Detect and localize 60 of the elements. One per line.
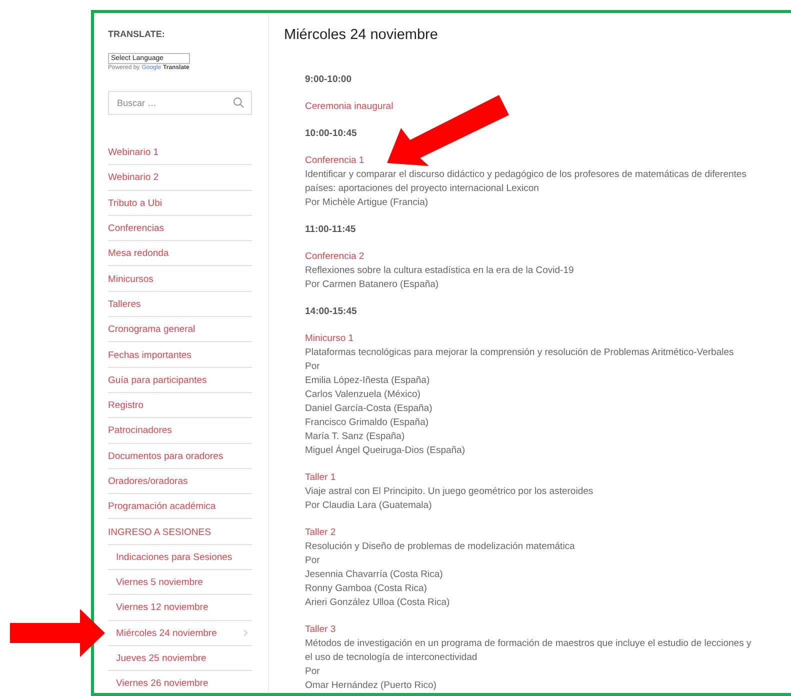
session-link[interactable]: Minicurso 1: [305, 332, 791, 346]
session-text: Por Claudia Lara (Guatemala): [305, 499, 433, 513]
session-time: 11:00-11:45: [305, 223, 357, 237]
session-text: Plataformas tecnológicas para mejorar la comprensión y resolución de Problemas Aritmético-Verbales: [305, 346, 735, 360]
menu-link[interactable]: Registro: [108, 394, 252, 418]
session-text: Por: [305, 665, 321, 679]
session-text: Por Carmen Batanero (España): [305, 278, 440, 292]
session-link[interactable]: Taller 1: [305, 471, 791, 485]
menu-link[interactable]: Indicaciones para Sesiones: [108, 546, 252, 570]
menu-link[interactable]: Talleres: [108, 292, 252, 318]
session-time: 10:00-10:45: [305, 127, 358, 141]
session-text: Resolución y Diseño de problemas de modelización matemática: [305, 540, 576, 554]
session-text: Ronny Gamboa (Costa Rica): [305, 582, 428, 596]
session-text: Daniel García-Costa (España): [305, 402, 434, 416]
menu-link[interactable]: Viernes 26 noviembre: [108, 672, 252, 693]
session-text: Identificar y comparar el discurso didáctico y pedagógico de los profesores de matemáticas de diferentes países: aportaciones del proyecto internacional Lexicon: [305, 168, 748, 196]
session-text: Francisco Grimaldo (España): [305, 416, 430, 430]
session-text: Reflexiones sobre la cultura estadística en la era de la Covid-19: [305, 264, 575, 278]
session-text: María T. Sanz (España): [305, 430, 406, 444]
session-text: Arieri González Ulloa (Costa Rica): [305, 596, 451, 610]
menu-link[interactable]: INGRESO A SESIONES: [108, 520, 252, 545]
menu-link[interactable]: Conferencias: [108, 216, 252, 242]
menu-link[interactable]: Programación académica: [108, 495, 252, 520]
search-icon[interactable]: [233, 97, 244, 108]
menu-link[interactable]: Jueves 25 noviembre: [108, 646, 252, 672]
session-time: 14:00-15:45: [305, 305, 358, 319]
session-time: 9:00-10:00: [305, 73, 352, 87]
session-link[interactable]: Ceremonia inaugural: [305, 100, 791, 114]
session-text: Viaje astral con El Principito. Un juego geométrico por los asteroides: [305, 485, 594, 499]
session-link[interactable]: Taller 3: [305, 623, 791, 637]
menu-link[interactable]: Cronograma general: [108, 318, 252, 342]
menu-link[interactable]: Documentos para oradores: [108, 444, 252, 469]
menu-link[interactable]: Webinario 2: [108, 166, 252, 191]
menu-link[interactable]: Minicursos: [108, 267, 252, 292]
session-text: Métodos de investigación en un programa de formación de maestros que incluye el estudio de lecciones y el uso de tecnología de interconectividad: [305, 637, 752, 665]
session-link[interactable]: Conferencia 1: [305, 154, 791, 168]
session-text: Miguel Ángel Queiruga-Dios (España): [305, 444, 466, 458]
menu-link[interactable]: Tributo a Ubi: [108, 192, 252, 216]
menu-link[interactable]: Webinario 1: [108, 141, 252, 166]
translate-heading: TRANSLATE:: [108, 29, 166, 39]
session-text: Por: [305, 554, 321, 568]
session-link[interactable]: Taller 2: [305, 526, 791, 540]
session-text: Emilia López-Iñesta (España): [305, 374, 431, 388]
menu-link[interactable]: Fechas importantes: [108, 343, 252, 368]
menu-link[interactable]: Viernes 5 noviembre: [108, 571, 252, 596]
page-title: Miércoles 24 noviembre: [284, 27, 439, 43]
menu-link[interactable]: Mesa redonda: [108, 242, 252, 266]
session-text: Por: [305, 360, 321, 374]
menu-link[interactable]: Miércoles 24 noviembre: [108, 622, 252, 646]
session-text: Jesennia Chavarría (Costa Rica): [305, 568, 444, 582]
chevron-icon: [243, 629, 248, 638]
session-text: Omar Hernández (Puerto Rico): [305, 679, 438, 693]
menu-link[interactable]: Guía para participantes: [108, 368, 252, 393]
session-text: Por Michèle Artigue (Francia): [305, 196, 430, 210]
menu-link[interactable]: Viernes 12 noviembre: [108, 596, 252, 621]
session-text: Carlos Valenzuela (México): [305, 388, 422, 402]
menu-link[interactable]: Patrocinadores: [108, 419, 252, 444]
menu-link[interactable]: Oradores/oradoras: [108, 470, 252, 494]
search-field[interactable]: Buscar …: [108, 91, 252, 115]
session-link[interactable]: Conferencia 2: [305, 250, 791, 264]
